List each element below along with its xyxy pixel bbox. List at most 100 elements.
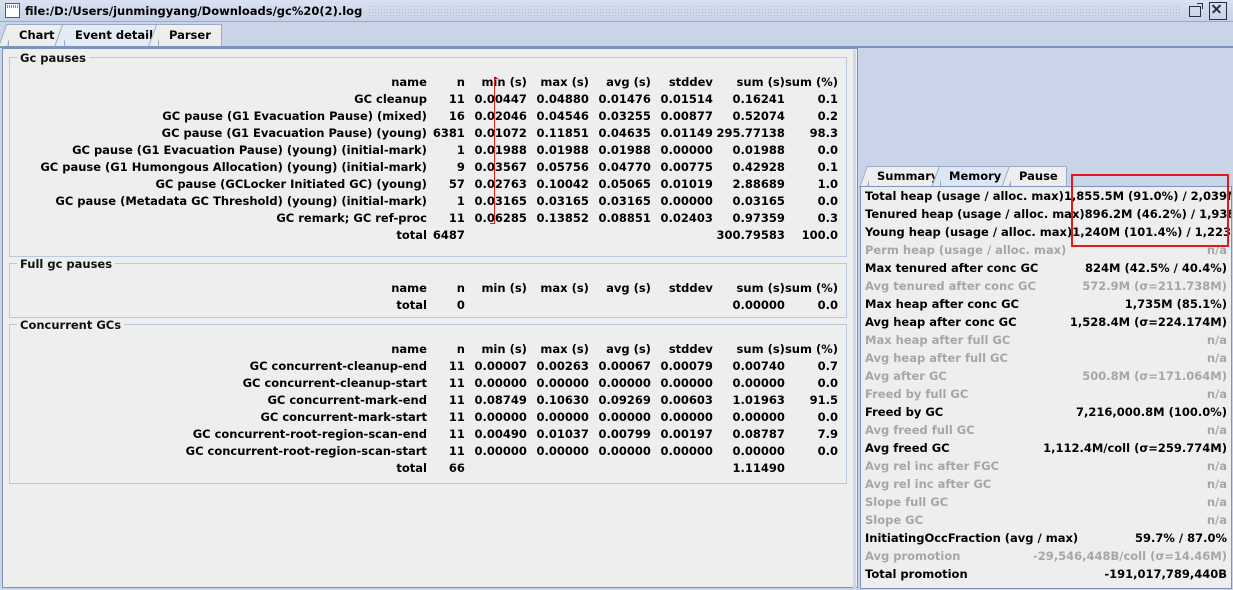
concurrent-gcs-table: name n min (s) max (s) avg (s) stddev sum (s) s… <box>186 341 838 477</box>
memory-stat-value: n/a <box>1206 423 1227 437</box>
cell-avg: 0.00000 <box>598 376 651 390</box>
cell-min: 0.06285 <box>474 211 527 225</box>
memory-stat-label: Max heap after full GC <box>865 333 1011 347</box>
panel-scrollbar[interactable] <box>853 50 856 588</box>
table-row[interactable]: GC concurrent-cleanup-start 11 0.00000 0.00… <box>186 375 838 392</box>
cell-avg: 0.03165 <box>598 194 651 208</box>
tab-label: Event details <box>75 28 160 42</box>
cell-stddev: 0.00000 <box>660 376 713 390</box>
cell-avg: 0.04770 <box>598 160 651 174</box>
memory-stat-label: Slope full GC <box>865 495 949 509</box>
memory-stat-label: Young heap (usage / alloc. max) <box>865 225 1073 239</box>
memory-stat-row: Total promotion -191,017,789,440B <box>861 565 1231 583</box>
table-row[interactable]: GC pause (G1 Evacuation Pause) (young) 63… <box>40 125 838 142</box>
cell-name: GC pause (G1 Evacuation Pause) (young) <box>161 126 427 140</box>
cell-name: GC pause (G1 Evacuation Pause) (mixed) <box>162 109 427 123</box>
column-header-min-s-: min (s) <box>481 342 527 356</box>
cell-min: 0.00000 <box>474 376 527 390</box>
tab-label: Pause <box>1019 169 1058 183</box>
cell-sum: 0.42928 <box>732 160 785 174</box>
cell-max: 0.13852 <box>536 211 589 225</box>
cell-min: 0.02763 <box>474 177 527 191</box>
cell-min: 0.00007 <box>474 359 527 373</box>
cell-avg: 0.01988 <box>598 143 651 157</box>
memory-stat-row: Total heap (usage / alloc. max) 1,855.5M … <box>861 187 1231 205</box>
table-row[interactable]: GC remark; GC ref-proc 11 0.06285 0.13852 0.… <box>40 210 838 227</box>
cell-n: 1 <box>456 143 465 157</box>
concurrent-gcs-group: Concurrent GCs name n min (s) max (s) avg (s… <box>9 318 847 484</box>
cell-max: 0.10630 <box>536 393 589 407</box>
cell-n: 11 <box>448 359 465 373</box>
tab-memory[interactable]: Memory <box>940 166 1011 187</box>
cell-sumpct: 0.2 <box>817 109 838 123</box>
memory-stat-value: n/a <box>1206 459 1227 473</box>
column-header-sum-%-: sum (%) <box>784 75 838 89</box>
memory-stat-label: Avg freed GC <box>865 441 950 455</box>
table-total-row: total 66 1.11490 <box>186 460 838 477</box>
table-row[interactable]: GC concurrent-root-region-scan-end 11 0.00… <box>186 426 838 443</box>
tab-pause[interactable]: Pause <box>1010 166 1067 187</box>
cell-stddev: 0.00000 <box>660 444 713 458</box>
cell-sum: 0.00000 <box>732 410 785 424</box>
column-header-max-s-: max (s) <box>540 75 589 89</box>
table-row[interactable]: GC pause (GCLocker Initiated GC) (young)… <box>40 176 838 193</box>
total-max <box>527 460 589 477</box>
full-gc-pauses-group: Full gc pauses name n min (s) max (s) avg (s… <box>9 257 847 318</box>
table-row[interactable]: GC pause (Metadata GC Threshold) (young)… <box>40 193 838 210</box>
cell-avg: 0.05065 <box>598 177 651 191</box>
cell-sum: 0.03165 <box>732 194 785 208</box>
restore-window-button[interactable] <box>1188 3 1203 18</box>
cell-avg: 0.00000 <box>598 444 651 458</box>
memory-stat-row: Slope GC n/a <box>861 511 1231 529</box>
cell-max: 0.04880 <box>536 92 589 106</box>
full-gc-pauses-title: Full gc pauses <box>17 257 116 271</box>
cell-sumpct: 91.5 <box>809 393 838 407</box>
column-header-stddev: stddev <box>668 75 713 89</box>
cell-min: 0.00000 <box>474 410 527 424</box>
cell-n: 11 <box>448 92 465 106</box>
memory-stat-label: Avg heap after full GC <box>865 351 1008 365</box>
cell-sumpct: 0.7 <box>817 359 838 373</box>
table-row[interactable]: GC pause (G1 Evacuation Pause) (young) (… <box>40 142 838 159</box>
memory-stat-label: Freed by GC <box>865 405 944 419</box>
total-sum: 1.11490 <box>732 461 785 475</box>
table-row[interactable]: GC pause (G1 Humongous Allocation) (youn… <box>40 159 838 176</box>
memory-stat-label: Avg rel inc after FGC <box>865 459 1000 473</box>
cell-name: GC pause (G1 Evacuation Pause) (young) (… <box>72 143 427 157</box>
table-header-row: name n min (s) max (s) avg (s) stddev sum (s) s… <box>186 341 838 358</box>
table-row[interactable]: GC concurrent-mark-end 11 0.08749 0.10630 0.… <box>186 392 838 409</box>
tab-parser[interactable]: Parser <box>158 24 222 47</box>
total-stddev <box>651 227 713 244</box>
cell-min: 0.00447 <box>474 92 527 106</box>
total-avg <box>589 297 651 314</box>
memory-stat-value: 1,112.4M/coll (σ=259.774M) <box>1043 441 1227 455</box>
cell-sum: 0.97359 <box>732 211 785 225</box>
cell-sumpct: 0.0 <box>817 444 838 458</box>
cell-name: GC concurrent-mark-end <box>267 393 427 407</box>
cell-sumpct: 98.3 <box>809 126 838 140</box>
table-row[interactable]: GC cleanup 11 0.00447 0.04880 0.01476 0.01514… <box>40 91 838 108</box>
cell-sumpct: 0.0 <box>817 143 838 157</box>
memory-stat-label: Total promotion <box>865 567 968 581</box>
memory-stat-value: 500.8M (σ=171.064M) <box>1082 369 1227 383</box>
cell-sum: 0.01988 <box>732 143 785 157</box>
cell-max: 0.03165 <box>536 194 589 208</box>
cell-max: 0.01988 <box>536 143 589 157</box>
memory-stat-value: 572.9M (σ=211.738M) <box>1082 279 1227 293</box>
total-avg <box>589 227 651 244</box>
table-row[interactable]: GC pause (G1 Evacuation Pause) (mixed) 16… <box>40 108 838 125</box>
table-row[interactable]: GC concurrent-cleanup-end 11 0.00007 0.0026… <box>186 358 838 375</box>
cell-sum: 0.00740 <box>732 359 785 373</box>
close-window-button[interactable] <box>1209 1 1227 20</box>
cell-max: 0.00000 <box>536 376 589 390</box>
cell-min: 0.00000 <box>474 444 527 458</box>
cell-name: GC concurrent-root-region-scan-start <box>185 444 427 458</box>
total-avg <box>589 460 651 477</box>
cell-stddev: 0.00079 <box>660 359 713 373</box>
table-row[interactable]: GC concurrent-root-region-scan-start 11 0.… <box>186 443 838 460</box>
total-min <box>465 297 527 314</box>
cell-min: 0.03567 <box>474 160 527 174</box>
table-row[interactable]: GC concurrent-mark-start 11 0.00000 0.00000… <box>186 409 838 426</box>
memory-stat-row: Avg heap after full GC n/a <box>861 349 1231 367</box>
column-header-name: name <box>391 281 427 295</box>
